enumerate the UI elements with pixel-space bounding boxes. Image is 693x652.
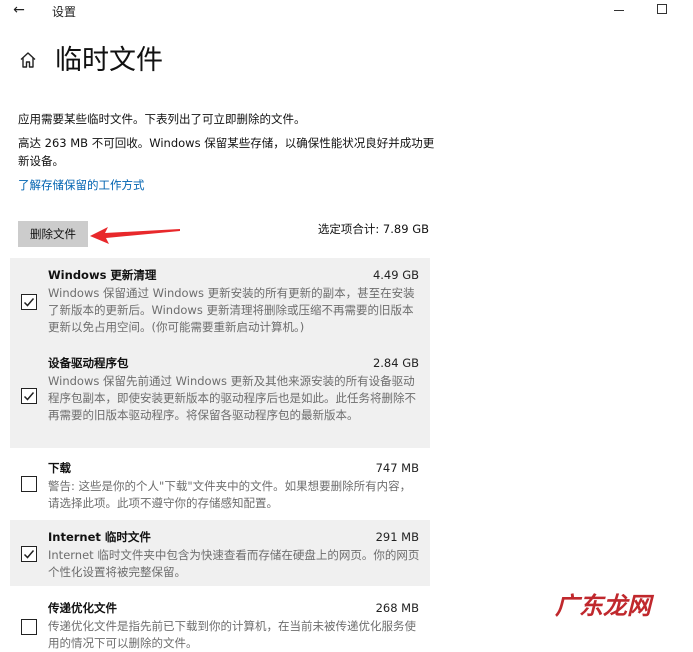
file-item[interactable]: 下载 747 MB 警告: 这些是你的个人"下载"文件夹中的文件。如果想要删除所有内…	[10, 451, 430, 515]
file-item-description: Windows 保留通过 Windows 更新安装的所有更新的副本，甚至在安装了…	[48, 286, 415, 334]
file-item-description: Windows 保留先前通过 Windows 更新及其他来源安装的所有设备驱动程…	[48, 374, 416, 422]
annotation-arrow	[90, 227, 180, 244]
file-item-name: 下载	[48, 461, 71, 475]
file-item-size: 2.84 GB	[372, 356, 419, 370]
home-icon[interactable]	[18, 50, 38, 70]
checkmark-icon	[23, 550, 35, 559]
watermark-logo: 广东龙网	[555, 592, 655, 620]
minimize-icon[interactable]	[614, 10, 624, 11]
file-item-size: 4.49 GB	[372, 268, 419, 282]
maximize-icon[interactable]	[657, 4, 667, 14]
file-item-size: 291 MB	[375, 530, 419, 544]
delete-files-button[interactable]: 删除文件	[18, 221, 88, 247]
file-item-checkbox[interactable]	[21, 294, 37, 310]
checkmark-icon	[23, 392, 35, 401]
reserved-storage-note: 高达 263 MB 不可回收。Windows 保留某些存储，以确保性能状况良好并…	[18, 136, 435, 168]
learn-reserved-storage-link[interactable]: 了解存储保留的工作方式	[18, 176, 145, 194]
file-item[interactable]: Windows 更新清理 4.49 GB Windows 保留通过 Windows …	[10, 258, 430, 346]
app-title: 设置	[52, 5, 77, 19]
file-item-description: 警告: 这些是你的个人"下载"文件夹中的文件。如果想要删除所有内容，请选择此项。…	[48, 479, 412, 510]
page-title: 临时文件	[55, 45, 163, 76]
page-description: 应用需要某些临时文件。下表列出了可立即删除的文件。	[18, 112, 306, 126]
file-item[interactable]: Internet 临时文件 291 MB Internet 临时文件夹中包含为快速查…	[10, 520, 430, 586]
file-item-name: 设备驱动程序包	[48, 356, 129, 370]
selected-total: 选定项合计: 7.89 GB	[317, 222, 429, 236]
file-item-checkbox[interactable]	[21, 546, 37, 562]
back-arrow-icon[interactable]: ←	[8, 0, 30, 22]
file-item-size: 268 MB	[375, 601, 419, 615]
file-item-name: Internet 临时文件	[48, 530, 151, 544]
file-item-checkbox[interactable]	[21, 476, 37, 492]
file-item[interactable]: 设备驱动程序包 2.84 GB Windows 保留先前通过 Windows 更新及…	[10, 346, 430, 448]
file-item-name: 传递优化文件	[48, 601, 117, 615]
file-item-description: 传递优化文件是指先前已下载到你的计算机，在当前未被传递优化服务使用的情况下可以删…	[48, 619, 416, 650]
file-item-checkbox[interactable]	[21, 388, 37, 404]
file-item-size: 747 MB	[375, 461, 419, 475]
file-item-description: Internet 临时文件夹中包含为快速查看而存储在硬盘上的网页。你的网页个性化…	[48, 548, 420, 579]
file-item[interactable]: 传递优化文件 268 MB 传递优化文件是指先前已下载到你的计算机，在当前未被传递优…	[10, 591, 430, 650]
file-item-name: Windows 更新清理	[48, 268, 157, 282]
title-bar: ← 设置	[0, 0, 693, 22]
checkmark-icon	[23, 298, 35, 307]
svg-text:广东龙网: 广东龙网	[555, 592, 655, 620]
